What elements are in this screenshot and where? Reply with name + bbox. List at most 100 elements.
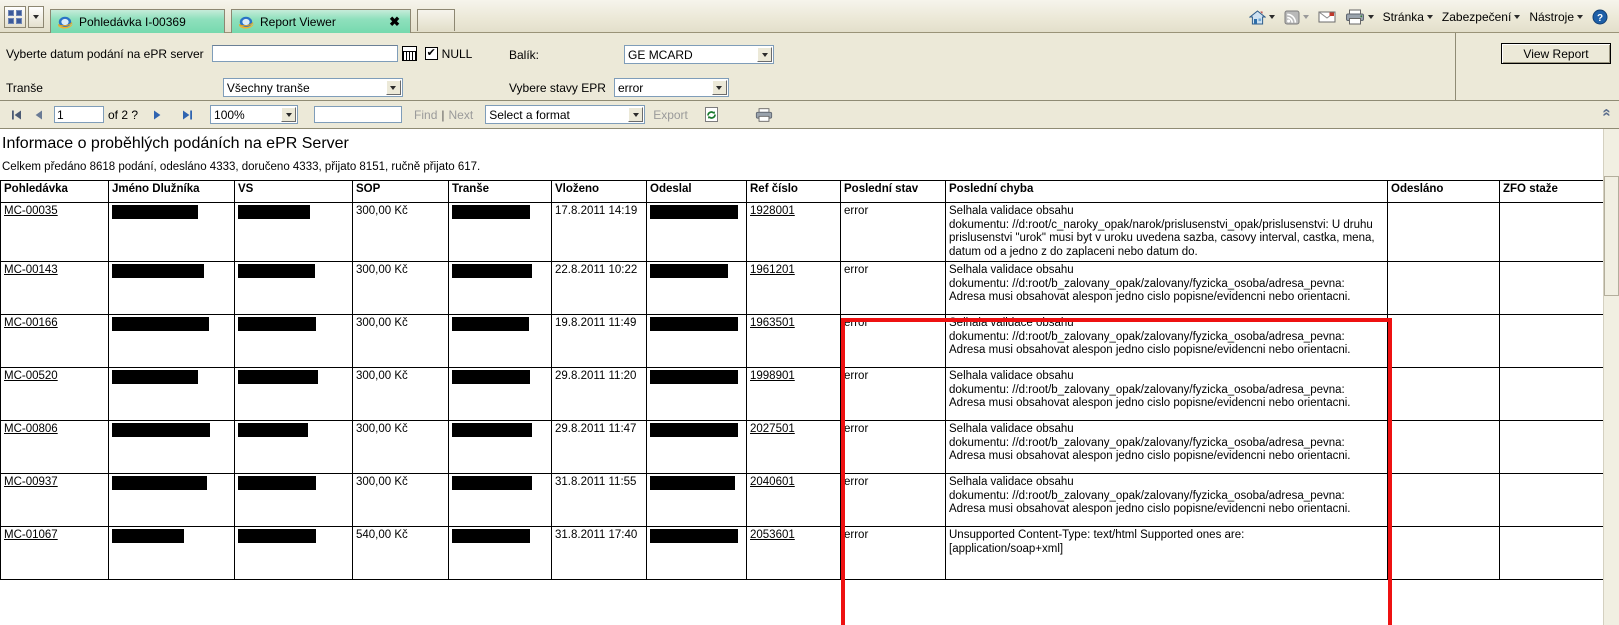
find-next-button[interactable]: Next [449,108,474,122]
column-header-odeslal[interactable]: Odeslal [646,180,747,203]
column-header-jmeno[interactable]: Jméno Dlužníka [108,180,235,203]
close-icon[interactable]: ✖ [389,15,400,28]
export-button[interactable]: Export [653,108,688,122]
cell-vlozeno: 29.8.2011 11:47 [551,420,647,475]
column-header-posledni-stav[interactable]: Poslední stav [840,180,946,203]
column-header-ref-cislo[interactable]: Ref číslo [746,180,841,203]
zoom-select[interactable]: 100% [210,105,299,124]
quick-tabs-icon[interactable] [4,6,26,28]
date-input[interactable] [211,45,398,62]
redacted-value [650,370,738,385]
new-tab-button[interactable] [417,9,455,31]
cell-posledni-stav: error [840,526,946,581]
page-number-input[interactable]: 1 [54,106,104,123]
pohledavka-link[interactable]: MC-00166 [4,317,58,329]
pohledavka-link[interactable]: MC-01067 [4,529,58,541]
tab-list-icon[interactable] [28,6,44,28]
next-page-icon[interactable] [146,104,168,126]
transe-label: Tranše [6,80,43,95]
table-row: MC-00166 300,00 Kč 19.8.2011 11:49 1963501 e… [0,314,1604,369]
cell-odeslal [646,526,747,581]
chevron-down-icon [628,107,644,122]
find-input[interactable] [314,106,403,123]
null-checkbox[interactable]: ✔ [424,47,438,60]
chevron-down-icon [1514,15,1521,19]
column-header-posledni-chyba[interactable]: Poslední chyba [945,180,1388,203]
pohledavka-link[interactable]: MC-00035 [4,205,58,217]
svg-text:?: ? [1597,13,1603,24]
redacted-value [650,317,738,332]
column-header-transe[interactable]: Tranše [448,180,552,203]
security-menu[interactable]: Zabezpečení [1439,9,1523,25]
cell-pohledavka: MC-00520 [0,367,109,422]
print-icon[interactable] [1342,8,1377,26]
ref-cislo-link[interactable]: 2040601 [750,476,795,488]
pohledavka-link[interactable]: MC-00806 [4,423,58,435]
column-header-odeslano[interactable]: Odesláno [1387,180,1500,203]
vertical-scrollbar[interactable] [1603,129,1619,625]
pohledavka-link[interactable]: MC-00143 [4,264,58,276]
ref-cislo-link[interactable]: 1998901 [750,370,795,382]
ref-cislo-link[interactable]: 2027501 [750,423,795,435]
security-menu-label: Zabezpečení [1441,10,1512,24]
cell-odeslano [1387,420,1500,475]
quick-tabs-glyph [8,10,22,24]
feeds-icon[interactable] [1281,9,1312,26]
page-menu[interactable]: Stránka [1380,9,1436,25]
last-page-icon[interactable] [176,104,198,126]
pohledavka-link[interactable]: MC-00937 [4,476,58,488]
cell-jmeno [108,473,235,528]
balik-select[interactable]: GE MCARD [624,45,775,64]
cell-vlozeno: 19.8.2011 11:49 [551,314,647,369]
print-icon[interactable] [754,105,774,125]
cell-posledni-stav: error [840,420,946,475]
cell-vs [234,473,353,528]
date-label: Vyberte datum podání na ePR server [6,46,204,61]
browser-tab-report-viewer[interactable]: Report Viewer ✖ [231,9,411,33]
export-format-select[interactable]: Select a format [485,105,646,124]
column-header-zfo-staze[interactable]: ZFO staže [1499,180,1604,203]
column-header-vlozeno[interactable]: Vloženo [551,180,647,203]
previous-page-icon[interactable] [28,104,50,126]
tools-menu[interactable]: Nástroje [1526,9,1586,25]
first-page-glyph [12,110,21,119]
mail-icon[interactable] [1315,9,1339,25]
cell-posledni-stav: error [840,473,946,528]
ref-cislo-link[interactable]: 1928001 [750,205,795,217]
help-icon[interactable]: ? [1589,8,1611,26]
scrollbar-thumb[interactable] [1604,176,1619,296]
view-report-button[interactable]: View Report [1501,43,1611,64]
browser-tab-pohledavka[interactable]: Pohledávka I-00369 [50,9,225,33]
report-summary: Celkem předáno 8618 podání, odesláno 433… [2,161,481,173]
report-table: Pohledávka Jméno Dlužníka VS SOP Tranše … [0,180,1604,581]
column-header-pohledavka[interactable]: Pohledávka [0,180,109,203]
calendar-icon[interactable] [401,46,417,61]
cell-jmeno [108,526,235,581]
chevron-down-icon [1367,15,1374,19]
column-header-vs[interactable]: VS [234,180,353,203]
chevron-up-icon[interactable]: « [1598,108,1615,116]
ref-cislo-link[interactable]: 2053601 [750,529,795,541]
stavy-select[interactable]: error [613,78,729,97]
home-icon[interactable] [1246,9,1278,26]
cell-posledni-stav: error [840,201,946,263]
first-page-icon[interactable] [6,104,28,126]
cell-posledni-stav: error [840,314,946,369]
cell-odeslano [1387,314,1500,369]
cell-vlozeno: 31.8.2011 17:40 [551,526,647,581]
previous-page-glyph [35,110,42,119]
cell-ref-cislo: 1963501 [746,314,841,369]
refresh-icon[interactable] [702,105,722,125]
column-header-sop[interactable]: SOP [352,180,449,203]
find-button[interactable]: Find [414,108,437,122]
cell-pohledavka: MC-00937 [0,473,109,528]
pohledavka-link[interactable]: MC-00520 [4,370,58,382]
cell-sop: 300,00 Kč [352,473,449,528]
cell-odeslano [1387,473,1500,528]
ref-cislo-link[interactable]: 1961201 [750,264,795,276]
printer-glyph [1345,9,1364,25]
table-row: MC-00520 300,00 Kč 29.8.2011 11:20 1998901 e… [0,367,1604,422]
transe-select[interactable]: Všechny tranše [222,78,403,97]
cell-vlozeno: 22.8.2011 10:22 [551,261,647,316]
ref-cislo-link[interactable]: 1963501 [750,317,795,329]
